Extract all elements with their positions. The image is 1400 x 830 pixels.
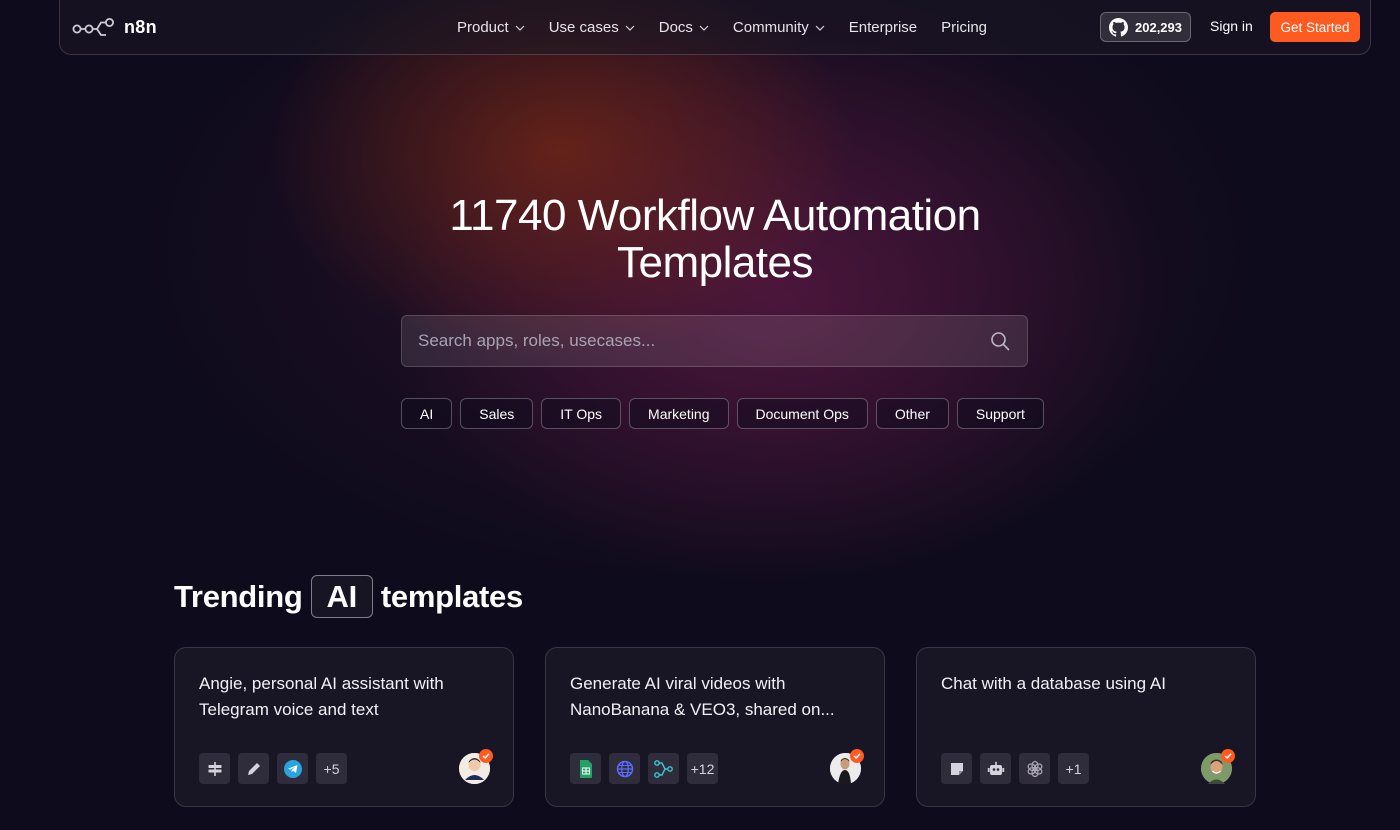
n8n-logo-icon [72, 18, 115, 36]
author-avatar[interactable] [830, 749, 864, 784]
category-chips: AI Sales IT Ops Marketing Document Ops O… [401, 398, 1044, 429]
page-title-line2: Templates [616, 238, 814, 287]
trending-suffix: templates [380, 578, 523, 614]
nav-label: Product [457, 19, 509, 36]
more-integrations-count: +1 [1058, 753, 1089, 784]
template-cards: Angie, personal AI assistant with Telegr… [174, 647, 1256, 807]
template-card[interactable]: Angie, personal AI assistant with Telegr… [174, 647, 514, 807]
template-card-title: Chat with a database using AI [941, 674, 1166, 693]
telegram-icon [277, 753, 308, 784]
template-card-title: Angie, personal AI assistant with Telegr… [199, 674, 444, 719]
top-navbar: n8n Product Use cases Docs Community Ent… [59, 0, 1371, 55]
nav-label: Community [732, 19, 809, 36]
category-chip-it-ops[interactable]: IT Ops [541, 398, 622, 429]
github-icon [1109, 17, 1128, 37]
template-card-icons: +1 [941, 753, 1089, 784]
page-title-line1: 11740 Workflow Automation [449, 191, 981, 240]
category-chip-support[interactable]: Support [956, 398, 1044, 429]
category-chip-sales[interactable]: Sales [460, 398, 534, 429]
category-chip-ai[interactable]: AI [401, 398, 453, 429]
chevron-down-icon [699, 25, 709, 31]
nav-enterprise[interactable]: Enterprise [849, 19, 917, 36]
logo-text: n8n [124, 16, 157, 37]
category-chip-marketing[interactable]: Marketing [629, 398, 729, 429]
search-icon[interactable] [990, 331, 1010, 351]
sign-in-link[interactable]: Sign in [1210, 18, 1253, 34]
verified-badge-icon [850, 749, 864, 763]
template-card-icons: +12 [570, 753, 718, 784]
nav-label: Enterprise [848, 19, 918, 36]
github-stars-button[interactable]: 202,293 [1100, 12, 1191, 42]
pencil-icon [238, 753, 269, 784]
search-input[interactable] [402, 316, 962, 366]
github-stars-count: 202,293 [1135, 19, 1182, 35]
template-card[interactable]: Generate AI viral videos with NanoBanana… [545, 647, 885, 807]
author-avatar[interactable] [1201, 749, 1235, 784]
main-nav: Product Use cases Docs Community Enterpr… [457, 0, 1011, 55]
page-title: 11740 Workflow Automation Templates [350, 192, 1080, 286]
verified-badge-icon [1221, 749, 1235, 763]
logo[interactable]: n8n [72, 16, 157, 38]
category-chip-other[interactable]: Other [875, 398, 949, 429]
category-chip-document-ops[interactable]: Document Ops [736, 398, 868, 429]
chevron-down-icon [815, 25, 825, 31]
template-card-title: Generate AI viral videos with NanoBanana… [570, 674, 835, 719]
robot-icon [980, 753, 1011, 784]
globe-icon [609, 753, 640, 784]
search-box [401, 315, 1028, 367]
more-integrations-count: +12 [687, 753, 718, 784]
nav-use-cases[interactable]: Use cases [549, 19, 635, 36]
trending-heading: Trending AI templates [174, 575, 523, 618]
chevron-down-icon [515, 25, 525, 31]
nav-product[interactable]: Product [457, 19, 525, 36]
nav-label: Pricing [941, 19, 988, 36]
nav-community[interactable]: Community [733, 19, 825, 36]
signpost-icon [199, 753, 230, 784]
chevron-down-icon [625, 25, 635, 31]
trending-prefix: Trending [174, 578, 303, 614]
sticky-note-icon [941, 753, 972, 784]
author-avatar[interactable] [459, 749, 493, 784]
verified-badge-icon [479, 749, 493, 763]
openai-icon [1019, 753, 1050, 784]
trending-category-tag[interactable]: AI [310, 575, 373, 618]
more-integrations-count: +5 [316, 753, 347, 784]
google-sheets-icon [570, 753, 601, 784]
template-card-icons: +5 [199, 753, 347, 784]
get-started-button[interactable]: Get Started [1270, 12, 1360, 42]
workflow-nodes-icon [648, 753, 679, 784]
nav-label: Docs [658, 19, 693, 36]
template-card[interactable]: Chat with a database using AI +1 [916, 647, 1256, 807]
nav-label: Use cases [548, 19, 619, 36]
nav-docs[interactable]: Docs [659, 19, 709, 36]
nav-pricing[interactable]: Pricing [941, 19, 987, 36]
